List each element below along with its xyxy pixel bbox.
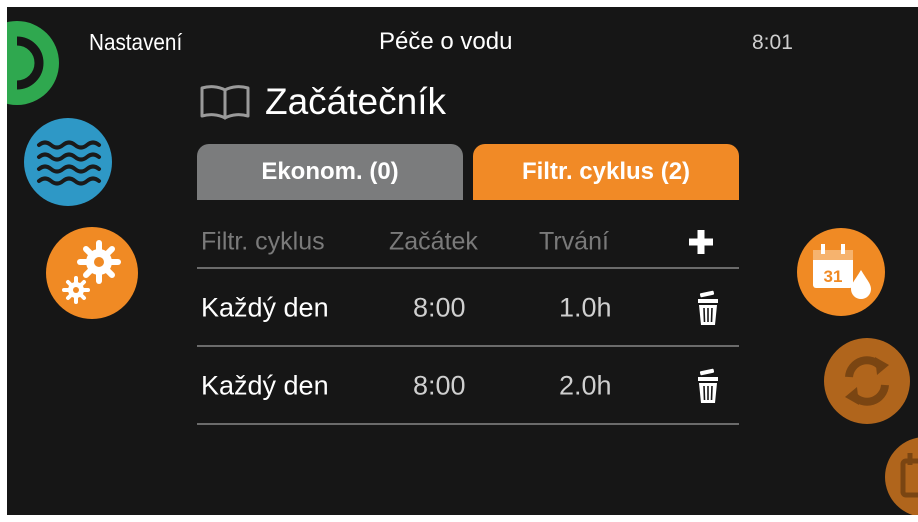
row-duration: 2.0h — [559, 370, 612, 401]
header-duration: Trvání — [539, 227, 609, 256]
green-partial-icon — [7, 21, 59, 105]
table-header: Filtr. cyklus Začátek Trvání — [199, 217, 739, 267]
row-cycle: Každý den — [201, 370, 329, 401]
row-cycle: Každý den — [201, 292, 329, 323]
page-title: Péče o vodu — [379, 28, 513, 55]
calendar-partial-button[interactable] — [883, 435, 918, 515]
row-start: 8:00 — [413, 292, 466, 323]
trash-icon[interactable] — [697, 290, 719, 326]
row-start: 8:00 — [413, 370, 466, 401]
book-icon — [200, 85, 250, 120]
mode-title: Začátečník — [265, 81, 446, 122]
mode-header: Začátečník — [199, 81, 446, 123]
trash-icon[interactable] — [697, 368, 719, 404]
water-care-button[interactable] — [21, 115, 115, 209]
header-start: Začátek — [389, 227, 478, 256]
clock: 8:01 — [752, 31, 793, 54]
refresh-cycle-button[interactable] — [819, 335, 918, 427]
left-menu-item-partial[interactable] — [7, 11, 63, 121]
calendar-water-button[interactable]: 31 — [795, 226, 887, 318]
tab-economy[interactable]: Ekonom. (0) — [197, 144, 463, 200]
divider — [197, 423, 739, 425]
screen: Nastavení Péče o vodu 8:01 Začátečník Ek… — [7, 7, 918, 515]
row-duration: 1.0h — [559, 292, 612, 323]
settings-button[interactable] — [43, 224, 141, 322]
table-row[interactable]: Každý den 8:00 2.0h — [199, 347, 739, 425]
tab-filter-cycle-label: Filtr. cyklus (2) — [521, 158, 691, 185]
table-row[interactable]: Každý den 8:00 1.0h — [199, 269, 739, 347]
header-filter-cycle: Filtr. cyklus — [201, 227, 325, 256]
plus-icon[interactable] — [689, 230, 713, 254]
tab-economy-label: Ekonom. (0) — [261, 158, 399, 185]
calendar-day: 31 — [824, 267, 843, 286]
tab-filter-cycle[interactable]: Filtr. cyklus (2) — [473, 144, 739, 200]
nav-label[interactable]: Nastavení — [89, 29, 182, 56]
